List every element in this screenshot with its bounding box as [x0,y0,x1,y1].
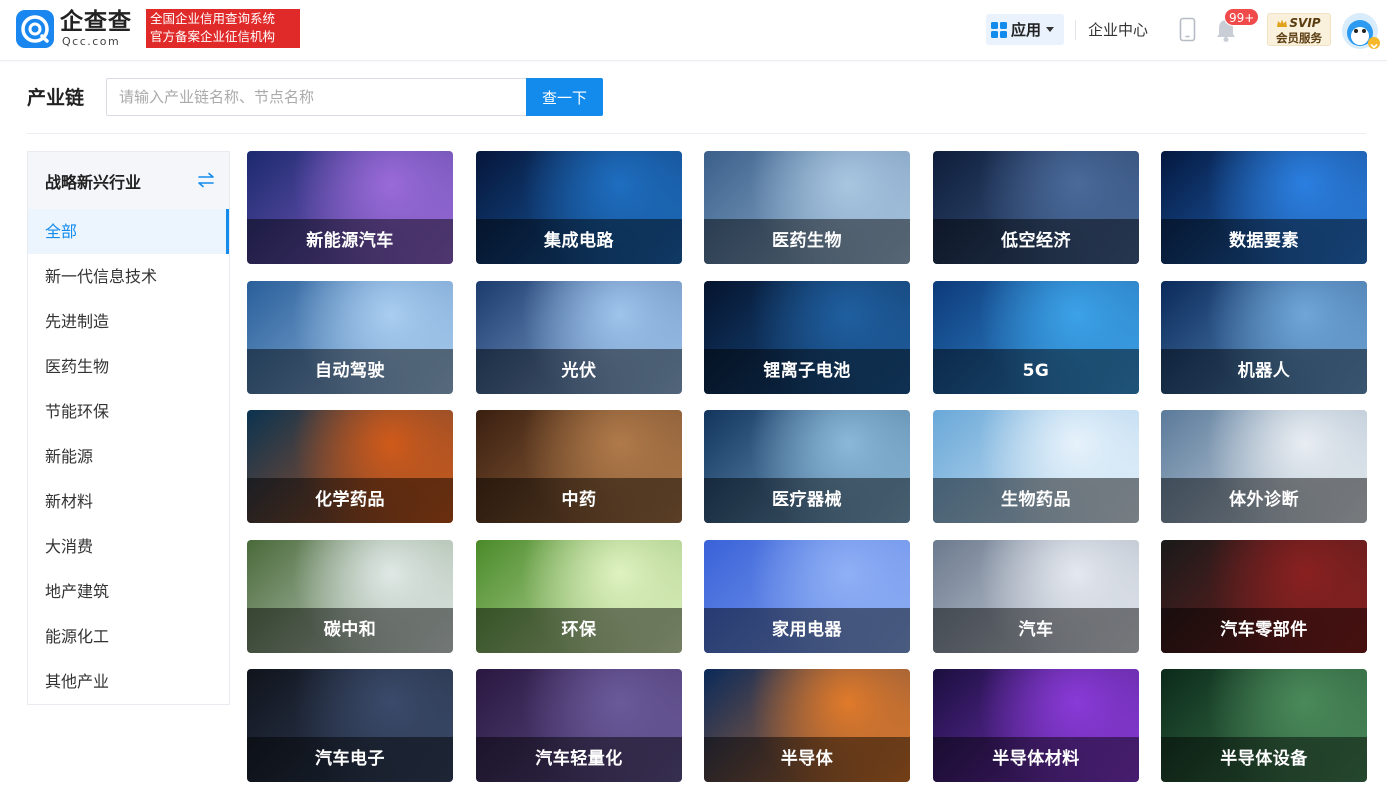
card-label: 机器人 [1237,361,1291,381]
card-semiconductor[interactable]: 半导体 [704,669,910,782]
mobile-phone-icon[interactable] [1179,17,1196,42]
svip-label-row: SVIP [1268,16,1330,30]
card-robot[interactable]: 机器人 [1161,281,1367,394]
card-label: 半导体材料 [992,749,1080,769]
card-label: 家用电器 [772,620,842,640]
sidebar-item-real-estate[interactable]: 地产建筑 [28,569,229,614]
card-label: 医疗器械 [772,490,842,510]
card-biomedicine[interactable]: 医药生物 [704,151,910,264]
card-new-energy-vehicle[interactable]: 新能源汽车 [247,151,453,264]
card-label: 中药 [561,490,597,510]
chevron-down-icon [1046,27,1055,32]
sidebar-item-new-energy[interactable]: 新能源 [28,434,229,479]
apps-menu-button[interactable]: 应用 [986,14,1064,45]
card-label: 半导体 [780,749,834,769]
sidebar-heading: 战略新兴行业 [45,172,142,192]
card-label: 汽车电子 [315,749,385,769]
top-navbar: 企查查 Qcc.com 全国企业信用查询系统 官方备案企业征信机构 应用 企业中… [0,0,1387,61]
site-logo[interactable]: 企查查 Qcc.com [16,9,144,51]
card-auto-lightweight[interactable]: 汽车轻量化 [476,669,682,782]
sidebar-category-list: 全部 新一代信息技术 先进制造 医药生物 节能环保 新能源 新材料 大消费 地产… [28,209,229,704]
sidebar-item-consumer[interactable]: 大消费 [28,524,229,569]
avatar-dropdown-icon[interactable] [1368,37,1380,49]
card-label: 新能源汽车 [306,231,394,251]
card-semiconductor-materials[interactable]: 半导体材料 [933,669,1139,782]
card-label: 汽车轻量化 [535,749,623,769]
card-5g[interactable]: 5G [933,281,1139,394]
sidebar-item-other[interactable]: 其他产业 [28,659,229,704]
card-label: 数据要素 [1229,231,1299,251]
sidebar-item-biomedicine[interactable]: 医药生物 [28,344,229,389]
card-label: 汽车零部件 [1220,620,1308,640]
card-label: 体外诊断 [1229,490,1299,510]
svip-membership-button[interactable]: SVIP 会员服务 [1267,13,1331,46]
slogan-line-2: 官方备案企业征信机构 [150,29,276,44]
sidebar-item-all[interactable]: 全部 [28,209,229,254]
switch-arrows-icon[interactable] [197,172,215,188]
card-label: 5G [1022,361,1050,381]
card-label: 低空经济 [1001,231,1071,251]
card-data-elements[interactable]: 数据要素 [1161,151,1367,264]
sidebar-item-advanced-manufacturing[interactable]: 先进制造 [28,299,229,344]
slogan-line-1: 全国企业信用查询系统 [150,11,276,26]
crown-icon [1277,19,1288,27]
card-label: 光伏 [561,361,597,381]
card-label: 碳中和 [323,620,377,640]
sidebar-header: 战略新兴行业 [28,152,229,209]
card-label: 半导体设备 [1220,749,1308,769]
card-integrated-circuit[interactable]: 集成电路 [476,151,682,264]
card-chemical-drugs[interactable]: 化学药品 [247,410,453,523]
card-carbon-neutral[interactable]: 碳中和 [247,540,453,653]
card-semiconductor-equipment[interactable]: 半导体设备 [1161,669,1367,782]
search-button[interactable]: 查一下 [526,78,603,116]
card-label: 环保 [561,620,597,640]
card-label: 自动驾驶 [315,361,385,381]
card-photovoltaic[interactable]: 光伏 [476,281,682,394]
card-auto-electronics[interactable]: 汽车电子 [247,669,453,782]
card-label: 生物药品 [1001,490,1071,510]
card-low-altitude-economy[interactable]: 低空经济 [933,151,1139,264]
card-lithium-battery[interactable]: 锂离子电池 [704,281,910,394]
card-auto-parts[interactable]: 汽车零部件 [1161,540,1367,653]
card-ivd[interactable]: 体外诊断 [1161,410,1367,523]
card-medical-devices[interactable]: 医疗器械 [704,410,910,523]
sidebar-item-next-gen-it[interactable]: 新一代信息技术 [28,254,229,299]
notification-count-badge: 99+ [1224,8,1260,26]
enterprise-center-link[interactable]: 企业中心 [1088,19,1148,40]
card-home-appliances[interactable]: 家用电器 [704,540,910,653]
card-autonomous-driving[interactable]: 自动驾驶 [247,281,453,394]
card-label: 化学药品 [315,490,385,510]
card-label: 集成电路 [544,231,614,251]
page-title: 产业链 [27,87,85,109]
apps-menu-label: 应用 [1011,21,1042,39]
card-bio-drugs[interactable]: 生物药品 [933,410,1139,523]
card-automobile[interactable]: 汽车 [933,540,1139,653]
svip-subtitle: 会员服务 [1276,31,1322,45]
slogan-banner: 全国企业信用查询系统 官方备案企业征信机构 [146,9,300,48]
card-label: 汽车 [1018,620,1054,640]
header-divider [1075,20,1076,40]
sidebar-item-new-materials[interactable]: 新材料 [28,479,229,524]
logo-icon [16,10,54,48]
card-tcm[interactable]: 中药 [476,410,682,523]
card-environmental[interactable]: 环保 [476,540,682,653]
category-sidebar: 战略新兴行业 全部 新一代信息技术 先进制造 医药生物 节能环保 新能源 新材料… [27,151,230,705]
apps-grid-icon [991,21,1007,38]
svip-label: SVIP [1289,16,1321,30]
sidebar-item-energy-saving[interactable]: 节能环保 [28,389,229,434]
industry-chain-search-input[interactable] [106,78,527,116]
sidebar-item-energy-chemicals[interactable]: 能源化工 [28,614,229,659]
card-label: 医药生物 [772,231,842,251]
logo-domain: Qcc.com [62,35,121,48]
card-label: 锂离子电池 [763,361,851,381]
logo-name: 企查查 [60,9,132,35]
section-divider [27,133,1366,134]
